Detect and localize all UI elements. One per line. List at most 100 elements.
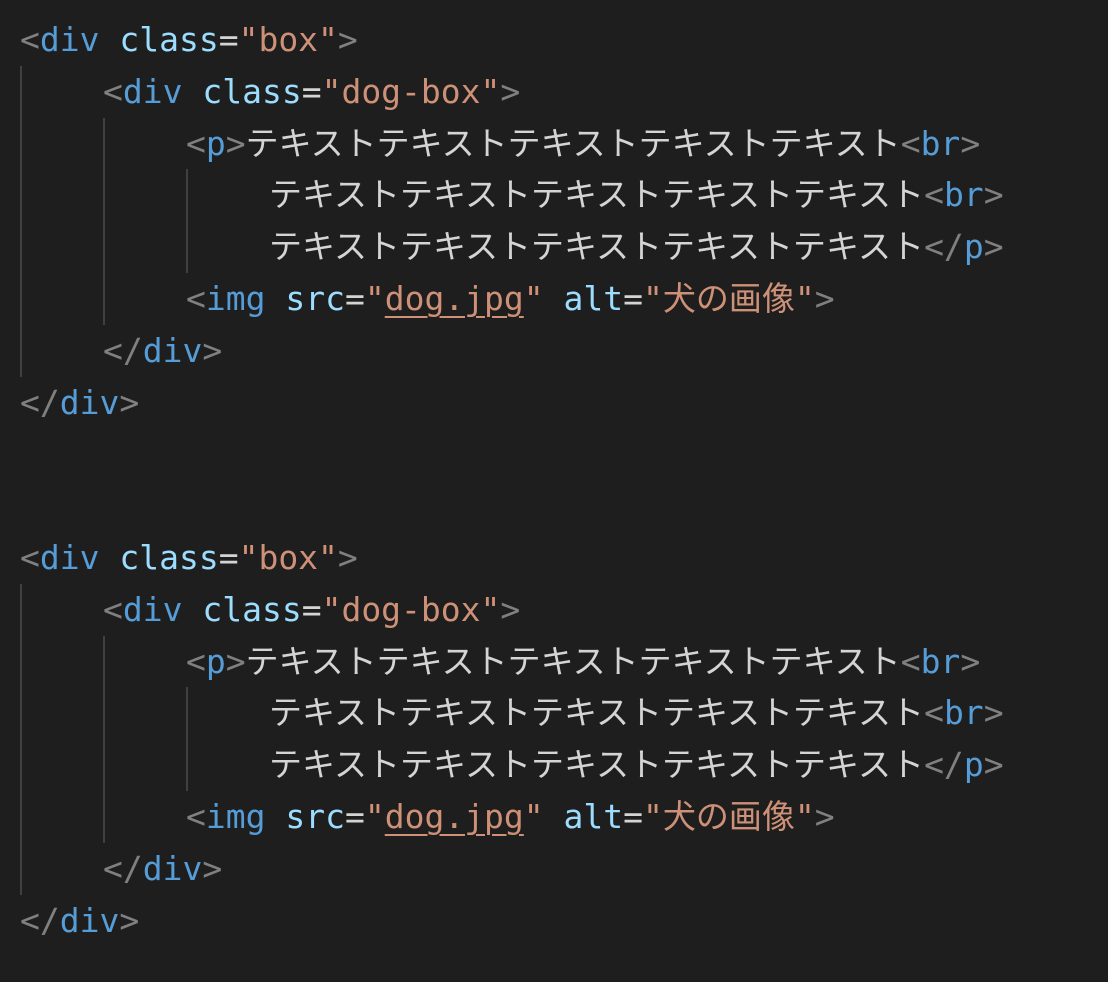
- indent-guide: [20, 324, 22, 377]
- indent-guide: [103, 739, 105, 791]
- attribute-value: "犬の画像": [643, 796, 815, 836]
- attribute-name: src: [285, 278, 345, 318]
- tag-bracket: <: [900, 641, 921, 681]
- link-path[interactable]: dog.jpg: [385, 279, 524, 318]
- tag-name: div: [142, 848, 203, 888]
- attribute-value: ": [523, 278, 544, 318]
- indent-guide: [186, 169, 188, 222]
- indent-guide: [20, 635, 22, 688]
- indent-guide: [186, 687, 188, 740]
- code-line[interactable]: <div class="dog-box">: [0, 65, 1108, 118]
- equals-sign: =: [301, 589, 322, 629]
- equals-sign: =: [623, 796, 644, 836]
- code-editor[interactable]: <div class="box"> <div class="dog-box"> <p…: [0, 14, 1108, 946]
- tag-bracket: <: [186, 123, 206, 163]
- indent-guide: [20, 583, 22, 636]
- text-content: [544, 279, 564, 318]
- code-line[interactable]: テキストテキストテキストテキストテキスト</p>: [0, 221, 1108, 273]
- code-line-content: テキストテキストテキストテキストテキスト<br>: [269, 169, 1004, 221]
- code-line[interactable]: <img src="dog.jpg" alt="犬の画像">: [0, 790, 1108, 843]
- code-line-content: テキストテキストテキストテキストテキスト</p>: [269, 221, 1004, 273]
- indent-guide: [20, 272, 22, 325]
- equals-sign: =: [344, 796, 365, 836]
- text-content: [544, 797, 564, 836]
- indent-guide: [20, 790, 22, 843]
- code-line[interactable]: テキストテキストテキストテキストテキスト<br>: [0, 687, 1108, 740]
- attribute-name: class: [202, 71, 302, 111]
- code-line[interactable]: </div>: [0, 895, 1108, 947]
- code-line[interactable]: </div>: [0, 324, 1108, 377]
- indent-guide: [20, 65, 22, 118]
- tag-bracket: <: [20, 20, 40, 59]
- attribute-value: "犬の画像": [643, 278, 815, 318]
- attribute-value: "dog-box": [321, 71, 501, 111]
- tag-name: img: [205, 796, 266, 836]
- code-line[interactable]: <div class="box">: [0, 532, 1108, 584]
- tag-name: div: [59, 382, 120, 422]
- tag-bracket: </: [924, 227, 964, 267]
- tag-bracket: <: [103, 71, 123, 111]
- indent-guide: [20, 739, 22, 791]
- tag-name: p: [963, 227, 984, 267]
- link-path[interactable]: dog.jpg: [385, 797, 524, 836]
- equals-sign: =: [344, 278, 365, 318]
- text-content: テキストテキストテキストテキストテキスト: [245, 641, 901, 681]
- tag-bracket: <: [186, 641, 206, 681]
- tag-bracket: >: [202, 330, 223, 370]
- indent-guide: [103, 117, 105, 170]
- code-line-content: </div>: [20, 895, 139, 947]
- equals-sign: =: [301, 71, 322, 111]
- code-line[interactable]: </div>: [0, 377, 1108, 429]
- tag-bracket: </: [103, 330, 143, 370]
- text-content: テキストテキストテキストテキストテキスト: [269, 175, 925, 215]
- tag-bracket: >: [202, 848, 223, 888]
- indent-guide: [186, 739, 188, 791]
- attribute-value: "box": [238, 537, 338, 577]
- text-content: [182, 590, 202, 629]
- tag-name: div: [142, 330, 203, 370]
- code-line[interactable]: テキストテキストテキストテキストテキスト</p>: [0, 739, 1108, 791]
- attribute-name: class: [119, 20, 219, 59]
- indent-guide: [103, 687, 105, 740]
- code-line-content: テキストテキストテキストテキストテキスト</p>: [269, 739, 1004, 791]
- tag-name: p: [205, 641, 226, 681]
- code-line-content: <div class="box">: [20, 14, 358, 66]
- code-line[interactable]: <div class="dog-box">: [0, 583, 1108, 636]
- tag-bracket: >: [225, 123, 246, 163]
- tag-bracket: </: [924, 745, 964, 785]
- attribute-name: src: [285, 796, 345, 836]
- indent-guide: [20, 169, 22, 222]
- indent-guide: [103, 221, 105, 273]
- code-line-content: テキストテキストテキストテキストテキスト<br>: [269, 687, 1004, 739]
- code-line-content: <p>テキストテキストテキストテキストテキスト<br>: [186, 636, 980, 688]
- text-content: [265, 797, 285, 836]
- attribute-name: class: [202, 589, 302, 629]
- code-line[interactable]: [0, 428, 1108, 480]
- code-line[interactable]: テキストテキストテキストテキストテキスト<br>: [0, 169, 1108, 222]
- code-line[interactable]: <p>テキストテキストテキストテキストテキスト<br>: [0, 635, 1108, 688]
- tag-bracket: >: [960, 123, 981, 163]
- indent-guide: [103, 169, 105, 222]
- equals-sign: =: [623, 278, 644, 318]
- code-line[interactable]: </div>: [0, 842, 1108, 895]
- tag-bracket: >: [337, 20, 358, 59]
- code-line[interactable]: <div class="box">: [0, 14, 1108, 66]
- tag-bracket: <: [186, 278, 206, 318]
- text-content: テキストテキストテキストテキストテキスト: [269, 693, 925, 733]
- tag-name: div: [59, 900, 120, 940]
- text-content: [99, 538, 119, 577]
- tag-bracket: >: [814, 278, 835, 318]
- code-line[interactable]: <img src="dog.jpg" alt="犬の画像">: [0, 272, 1108, 325]
- indent-guide: [103, 272, 105, 325]
- attribute-name: class: [119, 537, 219, 577]
- code-line-content: <div class="dog-box">: [103, 584, 520, 636]
- equals-sign: =: [218, 20, 239, 59]
- text-content: テキストテキストテキストテキストテキスト: [269, 227, 925, 267]
- indent-guide: [103, 635, 105, 688]
- code-line[interactable]: <p>テキストテキストテキストテキストテキスト<br>: [0, 117, 1108, 170]
- tag-name: p: [205, 123, 226, 163]
- code-line-content: </div>: [103, 325, 222, 377]
- tag-bracket: >: [500, 589, 521, 629]
- tag-bracket: >: [960, 641, 981, 681]
- code-line[interactable]: [0, 480, 1108, 532]
